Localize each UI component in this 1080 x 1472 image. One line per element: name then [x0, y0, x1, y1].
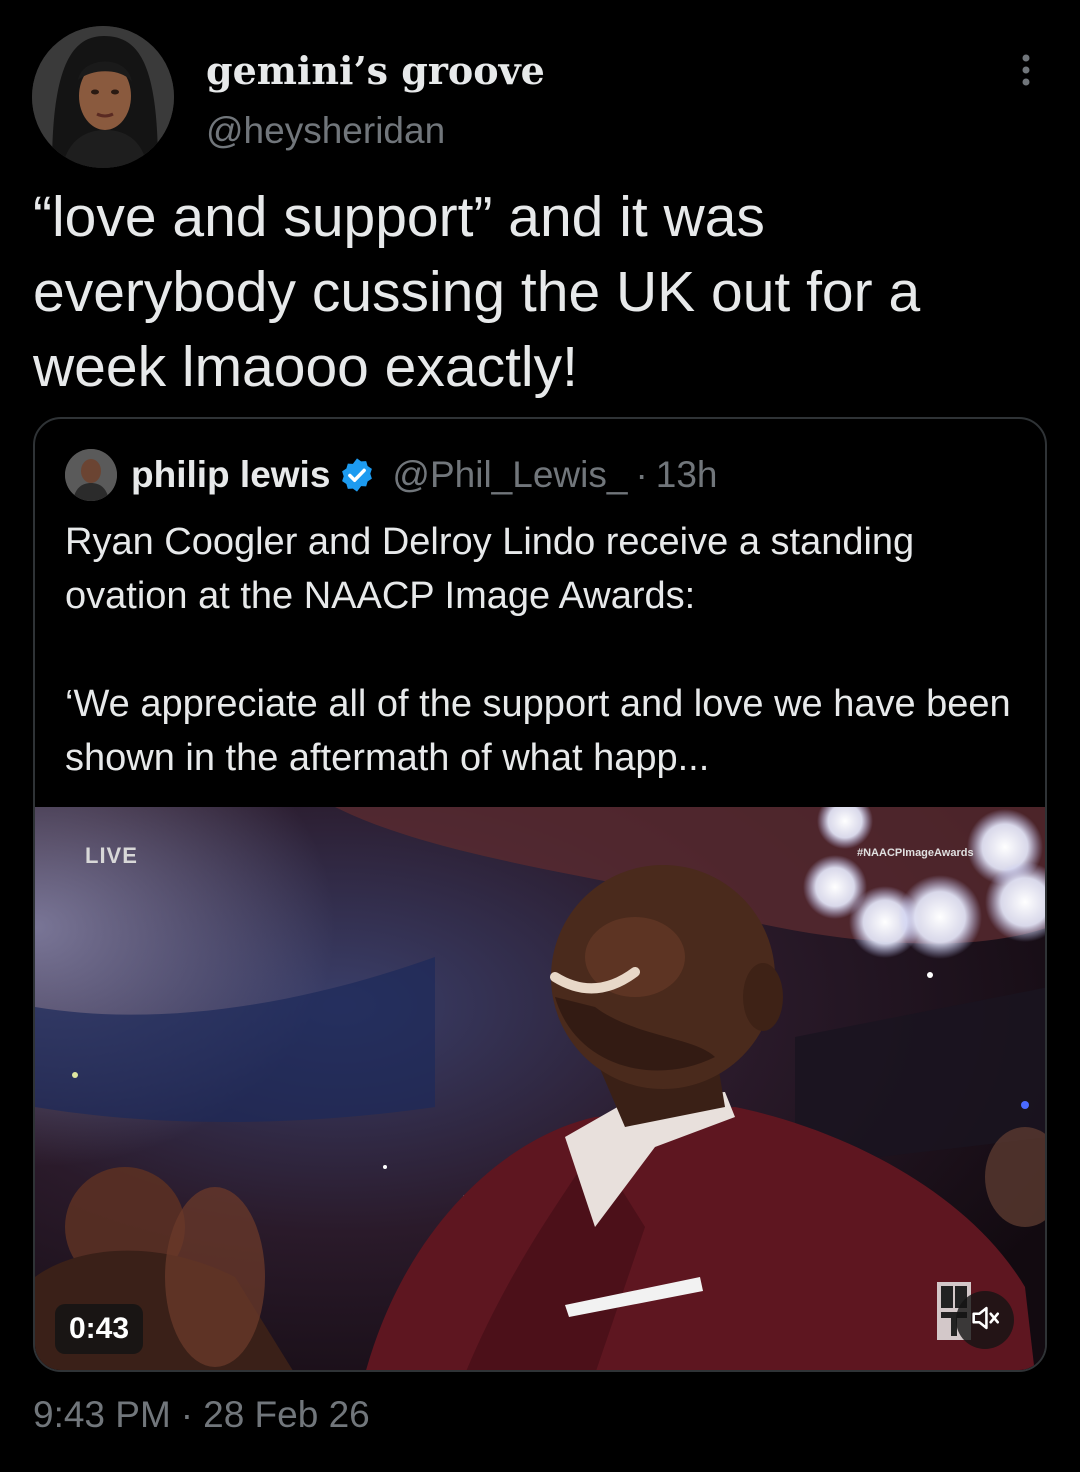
video-player[interactable]: LIVE #NAACPImageAwards 0:43 — [35, 807, 1045, 1370]
verified-badge-icon — [338, 456, 376, 494]
quoted-author-handle[interactable]: @Phil_Lewis_ — [392, 454, 627, 496]
timestamp-separator: · — [180, 1394, 194, 1435]
quoted-author-display-name[interactable]: philip lewis — [131, 454, 330, 496]
tweet-time: 9:43 PM — [33, 1394, 171, 1435]
live-badge: LIVE — [85, 843, 138, 868]
more-vertical-icon[interactable] — [1012, 50, 1040, 90]
tweet-timestamp[interactable]: 9:43 PM · 28 Feb 26 — [33, 1394, 370, 1436]
quoted-tweet-text: Ryan Coogler and Delroy Lindo receive a … — [65, 521, 1011, 779]
author-handle[interactable]: @heysheridan — [206, 110, 445, 152]
quoted-tweet-header: philip lewis @Phil_Lewis_ · 13h — [65, 447, 718, 503]
tweet-date: 28 Feb 26 — [203, 1394, 370, 1435]
author-avatar[interactable] — [32, 26, 174, 168]
author-display-name[interactable]: gemini’s groove — [206, 48, 545, 93]
tweet-text: “love and support” and it was everybody … — [33, 185, 936, 399]
quoted-author-avatar[interactable] — [65, 449, 117, 501]
quoted-header-separator: · — [635, 454, 648, 495]
video-duration-badge: 0:43 — [55, 1304, 144, 1354]
quoted-tweet-card[interactable]: philip lewis @Phil_Lewis_ · 13h Ryan Coo… — [33, 417, 1047, 1372]
speaker-muted-icon — [968, 1301, 1002, 1340]
mute-button[interactable] — [956, 1291, 1014, 1349]
hashtag-watermark: #NAACPImageAwards — [857, 847, 974, 859]
quoted-tweet-time[interactable]: 13h — [656, 454, 718, 496]
video-frame — [35, 807, 1045, 1370]
